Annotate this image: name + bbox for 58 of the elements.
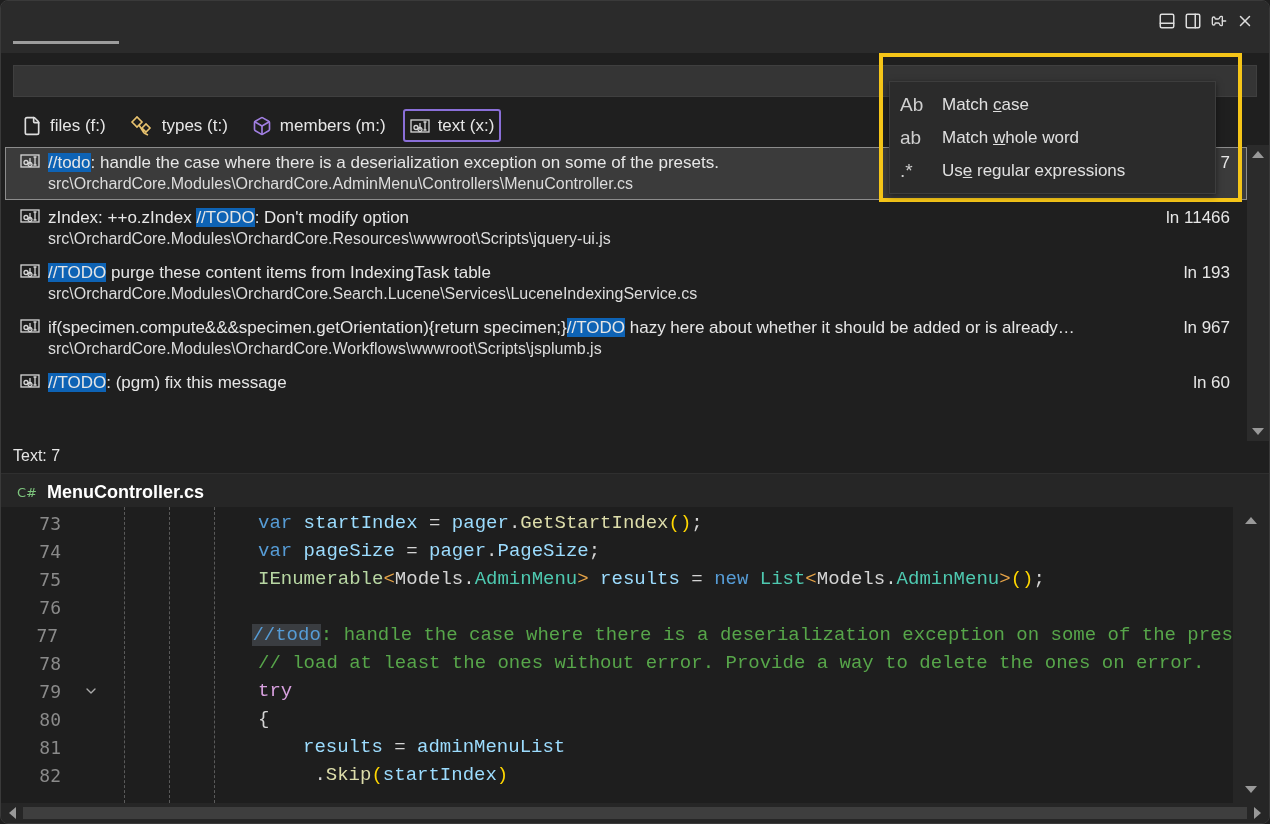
scroll-left-icon[interactable] — [7, 807, 17, 819]
file-path: src\OrchardCore.Modules\OrchardCore.Workflows\wwwroot\Scripts\jsplumb.js — [48, 340, 603, 358]
file-path: src\OrchardCore.Modules\OrchardCore.Resources\wwwroot\Scripts\jquery-ui.js — [48, 230, 612, 248]
result-text: //TODO purge these content items from IndexingTask table — [48, 263, 492, 283]
line-number: 79 — [38, 680, 61, 702]
line-number: 75 — [38, 568, 61, 590]
line-number: 7 — [1220, 153, 1230, 173]
menu-label: Match case — [942, 94, 1029, 115]
scroll-up-icon[interactable] — [1252, 149, 1264, 159]
filter-tab[interactable]: text (x:) — [402, 109, 502, 142]
line-number: 74 — [38, 540, 61, 562]
text-icon — [409, 117, 430, 134]
text-icon — [20, 318, 40, 334]
file-path: src\OrchardCore.Modules\OrchardCore.Search.Lucene\Services\LuceneIndexingService.cs — [48, 285, 699, 303]
result-item[interactable]: zIndex: ++o.zIndex //TODO: Don't modify option ln 11466 src\OrchardCore.Modules\OrchardCore.Resources\wwwroot\Scripts\jquery-ui.js — [5, 202, 1247, 255]
file-icon — [22, 115, 42, 136]
text-icon — [20, 153, 40, 169]
line-number: 77 — [35, 624, 59, 646]
line-number: ln 193 — [1183, 263, 1230, 283]
line-number: 80 — [38, 708, 61, 730]
filter-tab[interactable]: members (m:) — [244, 109, 393, 142]
line-number: 81 — [38, 736, 61, 758]
scroll-up-icon[interactable] — [1245, 515, 1257, 525]
cube-icon — [251, 115, 272, 136]
menu-label: Use regular expressions — [942, 160, 1126, 181]
result-item[interactable]: //TODO: (pgm) fix this message ln 60 — [5, 367, 1247, 400]
text-icon — [20, 208, 40, 224]
result-text: zIndex: ++o.zIndex //TODO: Don't modify option — [48, 208, 411, 228]
menu-label: Match whole word — [942, 127, 1080, 148]
file-name: MenuController.cs — [47, 482, 204, 503]
line-number: ln 967 — [1183, 318, 1230, 338]
line-number: 73 — [38, 512, 61, 534]
result-text: //TODO: (pgm) fix this message — [48, 373, 288, 393]
scroll-right-icon[interactable] — [1253, 807, 1263, 819]
line-number: 78 — [38, 652, 61, 674]
filter-tab[interactable]: files (f:) — [15, 109, 113, 142]
option-icon: Ab — [900, 93, 942, 116]
scroll-down-icon[interactable] — [1245, 785, 1257, 795]
csharp-file-icon: C# — [17, 485, 37, 500]
dock-right-icon[interactable] — [1183, 11, 1203, 31]
line-number: 82 — [38, 764, 61, 786]
menu-item[interactable]: .* Use regular expressions — [890, 154, 1215, 187]
text-icon — [20, 263, 40, 279]
menu-item[interactable]: Ab Match case — [890, 88, 1215, 121]
option-icon: .* — [900, 159, 942, 182]
line-number: ln 11466 — [1166, 208, 1230, 228]
scrollbar[interactable] — [1247, 145, 1269, 441]
dock-bottom-icon[interactable] — [1157, 11, 1177, 31]
scroll-down-icon[interactable] — [1252, 427, 1264, 437]
types-icon — [129, 114, 154, 137]
line-number: 76 — [38, 596, 61, 618]
option-icon: ab — [900, 126, 942, 149]
result-item[interactable]: //TODO purge these content items from IndexingTask table ln 193 src\OrchardCore.Modules\OrchardCore.Search.Lucene\Services\LuceneIndexingService.cs — [5, 257, 1247, 310]
filter-tab[interactable]: types (t:) — [122, 109, 235, 142]
text-icon — [20, 373, 40, 389]
file-path: src\OrchardCore.Modules\OrchardCore.AdminMenu\Controllers\MenuController.cs — [48, 175, 635, 193]
result-count: Text: 7 — [13, 447, 61, 464]
line-number: ln 60 — [1193, 373, 1230, 393]
